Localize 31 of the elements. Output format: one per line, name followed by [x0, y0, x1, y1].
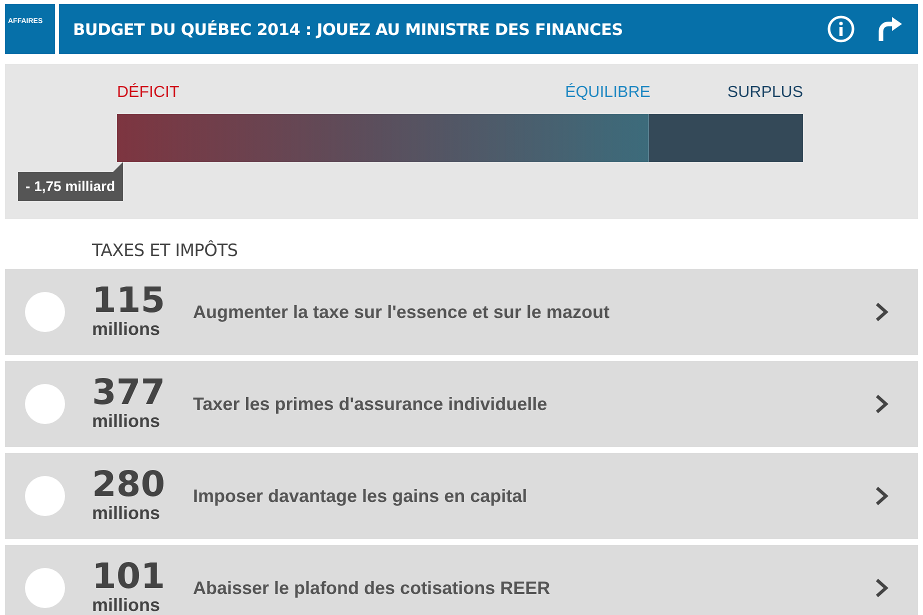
radio-button[interactable]	[25, 384, 65, 424]
chevron-right-icon[interactable]	[874, 485, 890, 507]
section-heading: TAXES ET IMPÔTS	[91, 239, 239, 263]
scale-label: SURPLUS	[727, 84, 803, 102]
amount: 280	[92, 468, 166, 502]
scale-label: DÉFICIT	[117, 84, 180, 102]
amount: 377	[92, 376, 166, 410]
measure-row[interactable]: 101 millions Abaisser le plafond des cotisations REER	[5, 545, 918, 615]
amount-unit: millions	[92, 318, 162, 340]
measure-label: Taxer les primes d'assurance individuelle	[193, 394, 548, 414]
scale-label: ÉQUILIBRE	[565, 84, 650, 102]
balance-reading: - 1,75 milliard	[18, 162, 123, 201]
measure-label: Augmenter la taxe sur l'essence et sur le mazout	[193, 302, 610, 322]
measure-label: Abaisser le plafond des cotisations REER	[193, 578, 552, 598]
amount-unit: millions	[92, 594, 162, 615]
measure-label: Imposer davantage les gains en capital	[193, 486, 528, 506]
measure-row[interactable]: 280 millions Imposer davantage les gains en capital	[5, 453, 918, 539]
radio-button[interactable]	[25, 568, 65, 608]
measure-row[interactable]: 115 millions Augmenter la taxe sur l'essence et sur le mazout	[5, 269, 918, 355]
amount: 101	[92, 560, 166, 594]
chevron-right-icon[interactable]	[874, 577, 890, 599]
amount-unit: millions	[92, 502, 162, 524]
chevron-right-icon[interactable]	[874, 301, 890, 323]
info-icon[interactable]	[826, 14, 856, 44]
amount: 115	[92, 284, 166, 318]
measure-row[interactable]: 377 millions Taxer les primes d'assurance individuelle	[5, 361, 918, 447]
page-title: BUDGET DU QUÉBEC 2014 : JOUEZ AU MINISTRE DES FINANCES	[73, 20, 624, 38]
radio-button[interactable]	[25, 292, 65, 332]
chevron-right-icon[interactable]	[874, 393, 890, 415]
radio-button[interactable]	[25, 476, 65, 516]
amount-unit: millions	[92, 410, 162, 432]
